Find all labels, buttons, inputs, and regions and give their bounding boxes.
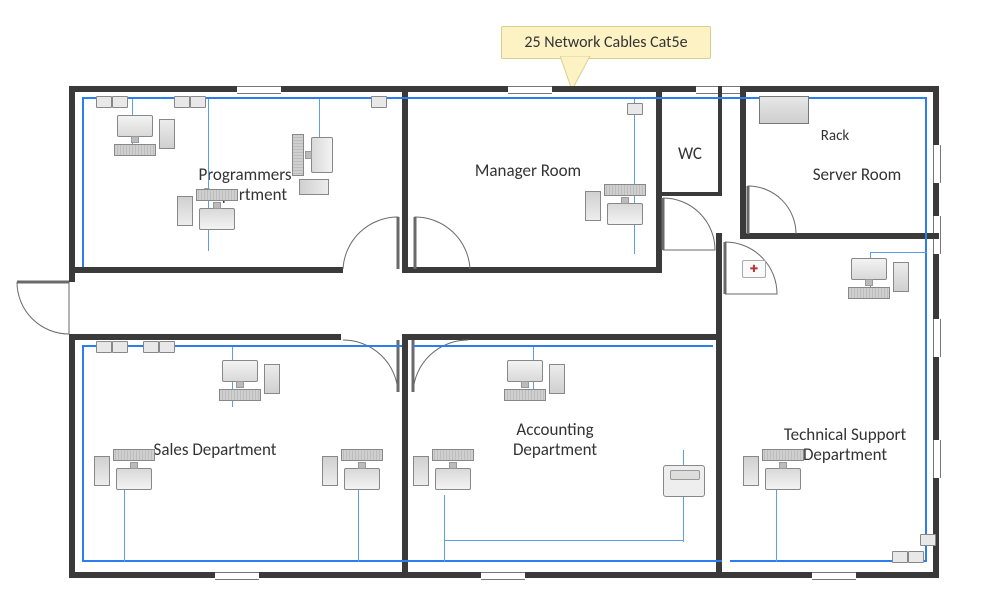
jack-tech-1: [892, 551, 924, 563]
jack-prog-3: [371, 96, 387, 108]
label-rack: Rack: [810, 128, 860, 145]
wall-wc-bottom: [660, 192, 720, 196]
label-wc: WC: [665, 144, 715, 164]
cable-sales-top: [82, 345, 402, 347]
label-server: Server Room: [792, 165, 922, 185]
label-manager: Manager Room: [458, 161, 598, 181]
window-bot-2: [481, 572, 525, 580]
wall-outer-left-upper: [69, 86, 75, 282]
server-rack-icon: [759, 96, 809, 124]
door-manager: [410, 217, 474, 280]
cable-trunk-right: [925, 97, 927, 562]
door-server: [744, 186, 800, 243]
callout-cables: 25 Network Cables Cat5e: [501, 26, 711, 59]
cable-b4: [634, 99, 635, 254]
cable-trunk-left-low: [82, 345, 84, 562]
callout-pointer: [560, 56, 600, 101]
wall-switch-icon: [742, 260, 766, 278]
window-right-4: [933, 440, 941, 478]
cable-trunk-bottom: [82, 560, 722, 562]
window-bot-1: [215, 572, 259, 580]
window-bot-3: [812, 572, 856, 580]
wall-upper-corr-1: [69, 267, 343, 273]
door-programmers: [343, 217, 407, 280]
window-right-3: [933, 319, 941, 357]
window-top-2: [508, 86, 552, 94]
jack-manager: [627, 103, 643, 115]
jack-tech-2: [920, 534, 936, 546]
jack-sales-1: [96, 341, 128, 353]
wall-outer-top: [69, 86, 939, 92]
window-right-1: [933, 145, 941, 183]
wall-wc-right: [718, 86, 722, 196]
label-accounting: Accounting Department: [490, 420, 620, 459]
jack-sales-2: [143, 341, 175, 353]
cable-acct-top: [413, 345, 713, 347]
label-sales: Sales Department: [135, 440, 295, 460]
wall-outer-left-lower: [69, 334, 75, 578]
door-exterior-left: [16, 280, 76, 345]
cable-b10: [444, 540, 684, 541]
workstation-icon: [100, 115, 170, 159]
cable-b14: [870, 252, 927, 253]
jack-prog-1: [96, 96, 128, 108]
cable-b12: [776, 490, 777, 562]
floorplan-canvas: 25 Network Cables Cat5e: [0, 0, 1000, 602]
door-wc: [661, 198, 721, 273]
jack-prog-2: [174, 96, 206, 108]
cable-b9: [444, 495, 445, 562]
wall-low-corr-1: [69, 334, 341, 340]
printer-icon: [663, 465, 705, 497]
cable-b8: [358, 490, 359, 562]
callout-text: 25 Network Cables Cat5e: [524, 33, 687, 52]
cable-b7: [124, 478, 125, 562]
cable-trunk-left-up: [82, 97, 84, 267]
wall-acct-tech: [716, 233, 722, 578]
window-top-1: [237, 86, 281, 94]
